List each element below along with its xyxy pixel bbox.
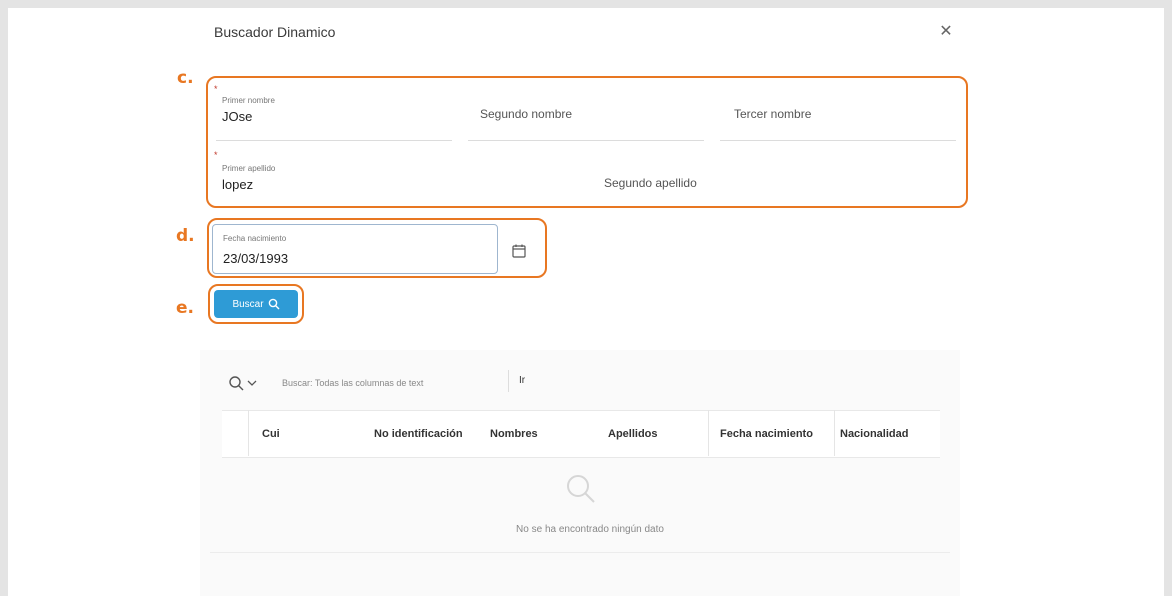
field-underline	[720, 140, 956, 141]
primer-apellido-field[interactable]: Primer apellido lopez	[222, 164, 562, 192]
window-left-border	[0, 0, 8, 596]
tercer-nombre-input[interactable]: Tercer nombre	[734, 107, 811, 121]
field-underline	[468, 140, 704, 141]
window-top-border	[0, 0, 1172, 8]
primer-apellido-label: Primer apellido	[222, 164, 276, 173]
primer-apellido-value: lopez	[222, 177, 254, 192]
buscar-label: Buscar	[232, 298, 264, 310]
marker-c: c.	[177, 68, 194, 88]
required-indicator: *	[214, 84, 218, 94]
grid-search-input[interactable]: Buscar: Todas las columnas de text	[282, 374, 504, 392]
segundo-nombre-input[interactable]: Segundo nombre	[480, 107, 572, 121]
column-header-nacionalidad[interactable]: Nacionalidad	[840, 428, 936, 440]
grid-footer-divider	[210, 552, 950, 553]
column-header-apellidos[interactable]: Apellidos	[608, 428, 704, 440]
buscar-button[interactable]: Buscar	[214, 290, 298, 318]
primer-nombre-field[interactable]: Primer nombre JOse	[222, 96, 452, 124]
column-header-no-identificacion[interactable]: No identificación	[374, 428, 486, 440]
column-divider	[834, 410, 835, 456]
column-divider	[248, 410, 249, 456]
column-header-cui[interactable]: Cui	[262, 428, 362, 440]
column-divider	[708, 410, 709, 456]
column-header-nombres[interactable]: Nombres	[490, 428, 590, 440]
search-icon	[229, 376, 244, 391]
required-indicator: *	[214, 150, 218, 160]
marker-e: e.	[176, 298, 194, 318]
field-underline	[216, 140, 452, 141]
close-button[interactable]: ✕	[936, 22, 956, 42]
dialog-title: Buscador Dinamico	[214, 24, 336, 40]
no-data-search-icon	[564, 472, 598, 511]
search-icon	[268, 298, 280, 310]
fecha-nacimiento-input[interactable]: Fecha nacimiento 23/03/1993	[212, 224, 498, 274]
segundo-apellido-input[interactable]: Segundo apellido	[604, 176, 697, 190]
fecha-nacimiento-label: Fecha nacimiento	[223, 234, 287, 243]
fecha-nacimiento-value: 23/03/1993	[223, 251, 289, 266]
primer-nombre-label: Primer nombre	[222, 96, 275, 105]
chevron-down-icon	[247, 380, 257, 386]
column-header-fecha-nacimiento[interactable]: Fecha nacimiento	[720, 428, 832, 440]
calendar-icon[interactable]	[512, 244, 526, 263]
empty-state-message: No se ha encontrado ningún dato	[516, 524, 664, 535]
close-icon: ✕	[939, 23, 953, 40]
grid-search-menu[interactable]	[228, 372, 257, 394]
marker-d: d.	[176, 226, 195, 246]
ir-button[interactable]: Ir	[508, 370, 535, 392]
window-right-border	[1164, 0, 1172, 596]
primer-nombre-value: JOse	[222, 109, 253, 124]
